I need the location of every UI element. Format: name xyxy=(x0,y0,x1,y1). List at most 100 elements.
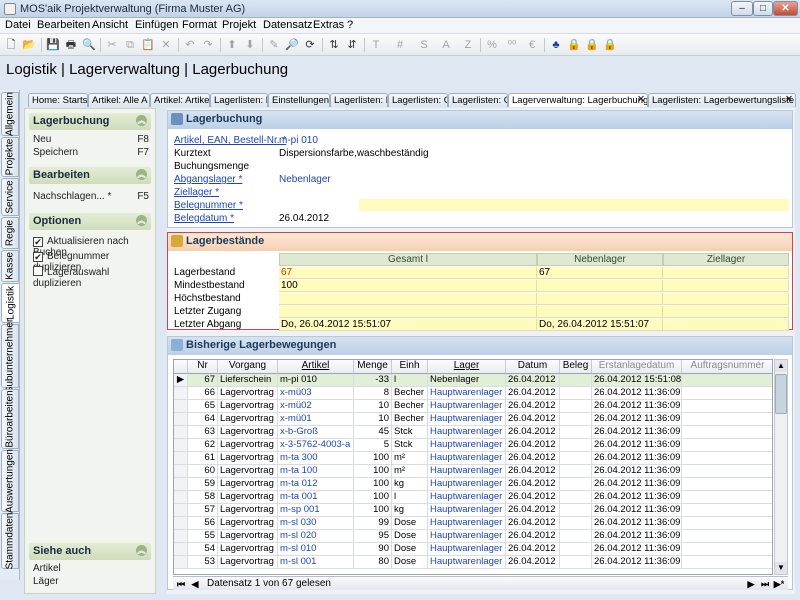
open-folder-icon[interactable]: 📂 xyxy=(21,37,37,53)
vtab-allgemein[interactable]: Allgemein xyxy=(1,92,19,136)
copy-icon[interactable]: ⧉ xyxy=(122,37,138,53)
table-row[interactable]: 66 Lagervortrag x-mü03 8 Becher Hauptwarenlag… xyxy=(174,387,772,400)
menu-datensatz[interactable]: Datensatz xyxy=(263,19,313,31)
row-selector[interactable] xyxy=(174,530,188,543)
close-tab-icon[interactable]: ✕ xyxy=(785,94,793,105)
table-row[interactable]: 65 Lagervortrag x-mü02 10 Becher Hauptwarenla… xyxy=(174,400,772,413)
next-record-icon[interactable]: ▶ xyxy=(745,578,757,590)
vtab-service[interactable]: Service xyxy=(1,178,19,216)
minimize-button[interactable]: – xyxy=(731,1,753,16)
sidebar-link-laeger[interactable]: Läger xyxy=(33,576,149,587)
doc-tab-einstellungen[interactable]: Einstellungen: xyxy=(268,93,330,107)
arrow-down-icon[interactable]: ⬇ xyxy=(242,37,258,53)
col-lager[interactable]: Lager xyxy=(428,360,506,374)
scroll-up-icon[interactable]: ▲ xyxy=(775,360,787,372)
table-row[interactable]: 56 Lagervortrag m-sl 030 99 Dose Hauptwarenla… xyxy=(174,517,772,530)
table-row[interactable]: 64 Lagervortrag x-mü01 10 Becher Hauptwarenla… xyxy=(174,413,772,426)
sidebar-section-optionen[interactable]: Optionen ︽ xyxy=(29,213,151,230)
doc-tab-lagerlisten-3[interactable]: Lagerlisten: G xyxy=(388,93,448,107)
delete-icon[interactable]: ✕ xyxy=(158,37,174,53)
row-selector[interactable] xyxy=(174,465,188,478)
maximize-button[interactable]: □ xyxy=(753,1,773,16)
col-nr[interactable]: Nr xyxy=(188,360,218,374)
close-tab-icon[interactable]: ✕ xyxy=(637,94,645,105)
menu-ansicht[interactable]: Ansicht xyxy=(92,19,128,31)
table-row[interactable]: 54 Lagervortrag m-sl 010 90 Dose Hauptwarenla… xyxy=(174,543,772,556)
row-selector[interactable] xyxy=(174,517,188,530)
table-row[interactable]: 59 Lagervortrag m-ta 012 100 kg Hauptwarenlag… xyxy=(174,478,772,491)
col-menge[interactable]: Menge xyxy=(354,360,392,374)
doc-tab-lagerlisten-4[interactable]: Lagerlisten: G xyxy=(448,93,508,107)
table-row[interactable]: 55 Lagervortrag m-sl 020 95 Dose Hauptwarenla… xyxy=(174,530,772,543)
sort-ascending-icon[interactable]: ⇅ xyxy=(326,37,342,53)
field-artikel[interactable]: m-pi 010 xyxy=(279,135,318,147)
table-row[interactable]: ▶ 67 Lieferschein m-pi 010 -33 l Nebenlager 26.… xyxy=(174,374,772,387)
table-row[interactable]: 57 Lagervortrag m-sp 001 100 kg Hauptwarenlag… xyxy=(174,504,772,517)
find-icon[interactable]: 🔎 xyxy=(284,37,300,53)
col-vorgang[interactable]: Vorgang xyxy=(218,360,278,374)
text-format-icon[interactable]: T xyxy=(368,37,384,53)
currency-icon[interactable]: € xyxy=(524,37,540,53)
row-selector[interactable] xyxy=(174,400,188,413)
option-lagerauswahl-checkbox[interactable]: Lagerauswahl duplizieren xyxy=(33,266,153,289)
vtab-kasse[interactable]: Kasse xyxy=(1,250,19,282)
vtab-logistik[interactable]: Logistik xyxy=(1,283,19,323)
row-selector[interactable] xyxy=(174,452,188,465)
last-record-icon[interactable]: ⏭ xyxy=(759,578,771,590)
vtab-auswertungen[interactable]: Auswertungen xyxy=(1,449,19,513)
field-ziellager[interactable] xyxy=(279,187,359,199)
col-auftragsnummer[interactable]: Auftragsnummer xyxy=(682,360,772,374)
current-row-pointer-icon[interactable]: ▶ xyxy=(174,374,188,387)
save-icon[interactable]: 💾 xyxy=(45,37,61,53)
scroll-thumb[interactable] xyxy=(775,374,787,414)
scroll-down-icon[interactable]: ▼ xyxy=(775,562,787,574)
checkbox-checked-icon[interactable]: ✔ xyxy=(33,252,43,262)
new-record-icon[interactable]: ▶* xyxy=(773,578,785,590)
vtab-regie[interactable]: Regie xyxy=(1,217,19,249)
paste-icon[interactable]: 📋 xyxy=(140,37,156,53)
cut-icon[interactable]: ✂ xyxy=(104,37,120,53)
collapse-chevron-icon[interactable]: ︽ xyxy=(136,115,147,126)
menu-format[interactable]: Format xyxy=(182,19,217,31)
lock-blue-icon[interactable]: 🔒 xyxy=(566,37,582,53)
lock-red-icon[interactable]: 🔒 xyxy=(602,37,618,53)
field-buchungsmenge[interactable] xyxy=(279,161,359,173)
users-icon[interactable]: ♣ xyxy=(548,37,564,53)
collapse-chevron-icon[interactable]: ︽ xyxy=(136,545,147,556)
table-scrollbar[interactable]: ▲ ▼ xyxy=(774,359,788,575)
row-selector[interactable] xyxy=(174,478,188,491)
row-selector[interactable] xyxy=(174,413,188,426)
refresh-icon[interactable]: ⟳ xyxy=(302,37,318,53)
vtab-subunternehmer[interactable]: Subunternehmer xyxy=(1,319,19,393)
doc-tab-lagerlisten-2[interactable]: Lagerlisten: L xyxy=(330,93,388,107)
belegnummer-highlight[interactable] xyxy=(359,199,789,211)
col-erstanlagedatum[interactable]: Erstanlagedatum xyxy=(592,360,682,374)
row-selector[interactable] xyxy=(174,504,188,517)
menu-extras[interactable]: Extras xyxy=(313,19,344,31)
row-selector[interactable] xyxy=(174,491,188,504)
sidebar-item-speichern[interactable]: Speichern F7 xyxy=(33,147,149,158)
sidebar-item-nachschlagen[interactable]: Nachschlagen... * F5 xyxy=(33,191,149,202)
col-datum[interactable]: Datum xyxy=(506,360,560,374)
format-a-icon[interactable]: A xyxy=(438,37,454,53)
table-row[interactable]: 61 Lagervortrag m-ta 300 100 m² Hauptwarenlag… xyxy=(174,452,772,465)
sidebar-section-siehe-auch[interactable]: Siehe auch ︽ xyxy=(29,543,151,560)
row-selector[interactable] xyxy=(174,556,188,569)
checkbox-unchecked-icon[interactable] xyxy=(33,266,43,276)
row-selector[interactable] xyxy=(174,439,188,452)
field-abgangslager[interactable]: Nebenlager xyxy=(279,174,331,186)
doc-tab-home[interactable]: Home: Starts xyxy=(28,93,88,107)
sidebar-link-artikel[interactable]: Artikel xyxy=(33,563,149,574)
edit-icon[interactable]: ✎ xyxy=(266,37,282,53)
menu-help[interactable]: ? xyxy=(347,19,353,31)
format-s-icon[interactable]: S xyxy=(416,37,432,53)
table-row[interactable]: 62 Lagervortrag x-3-5762-4003-a 5 Stck Hauptw… xyxy=(174,439,772,452)
vtab-stammdaten[interactable]: Stammdaten xyxy=(1,513,19,569)
first-record-icon[interactable]: ⏮ xyxy=(175,578,187,590)
sort-descending-icon[interactable]: ⇵ xyxy=(344,37,360,53)
prev-record-icon[interactable]: ◀ xyxy=(189,578,201,590)
row-selector[interactable] xyxy=(174,387,188,400)
checkbox-checked-icon[interactable]: ✔ xyxy=(33,237,43,247)
vtab-projekte[interactable]: Projekte xyxy=(1,137,19,177)
doc-tab-lagerbuchung[interactable]: Lagerverwaltung: Lagerbuchung ✕ xyxy=(508,93,648,107)
